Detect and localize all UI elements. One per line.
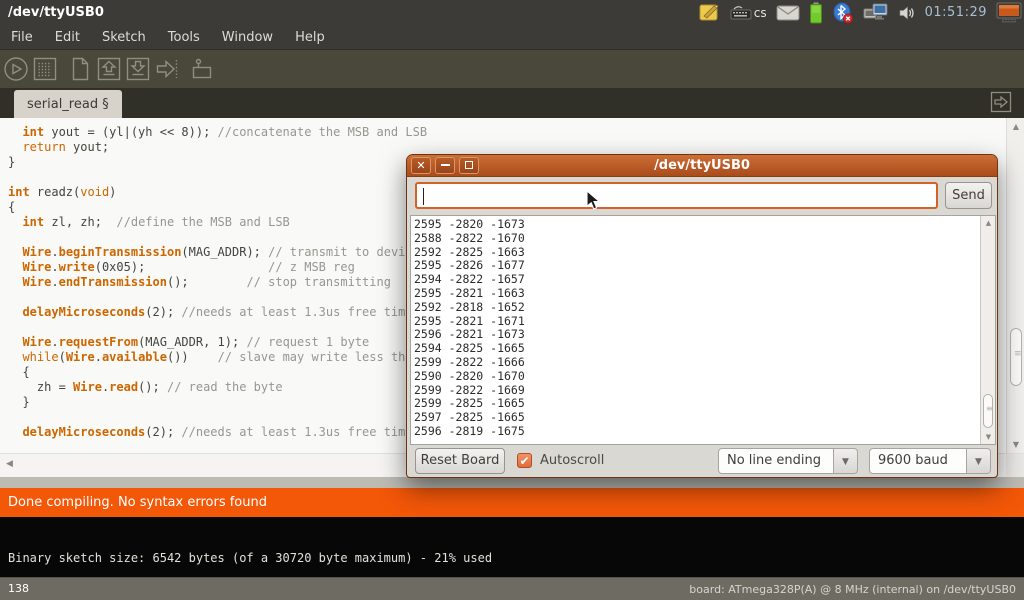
line-ending-dropdown[interactable]: No line ending ▼ [718,448,858,474]
scroll-left-icon[interactable]: ◀ [6,459,13,469]
baud-rate-dropdown[interactable]: 9600 baud ▼ [869,448,991,474]
chevron-down-icon[interactable]: ▼ [834,448,858,474]
tab-label: serial_read § [27,97,109,112]
stop-button[interactable] [32,56,58,82]
text-caret [423,188,424,205]
top-panel: /dev/ttyUSB0 cs 01:5 [0,0,1024,25]
status-bar: Done compiling. No syntax errors found [0,488,1024,517]
serial-line: 2590 -2820 -1670 [414,369,525,383]
menu-bar: FileEditSketchToolsWindowHelp [0,25,1024,50]
line-ending-value: No line ending [718,448,834,474]
mail-icon[interactable] [776,2,800,24]
serial-output-lines: 2595 -2820 -16732588 -2822 -16702592 -28… [414,217,525,438]
scroll-up-icon[interactable]: ▲ [981,219,996,227]
footer-bar: 138 board: ATmega328P(A) @ 8 MHz (intern… [0,577,1024,600]
open-sketch-button[interactable] [96,56,122,82]
menu-file[interactable]: File [0,27,44,48]
system-tray: cs 01:51:29 [699,0,1022,25]
tab-menu-icon[interactable] [990,91,1012,113]
menu-tools[interactable]: Tools [157,27,211,48]
serial-scrollbar[interactable]: ▲ ▼ [980,216,995,444]
serial-output-area[interactable]: 2595 -2820 -16732588 -2822 -16702592 -28… [410,215,996,445]
code-line: return yout; [8,140,1024,155]
serial-line: 2596 -2821 -1673 [414,327,525,341]
scroll-up-icon[interactable]: ▲ [1007,122,1024,131]
reset-board-button[interactable]: Reset Board [415,448,505,474]
note-icon[interactable] [699,2,721,24]
autoscroll-checkbox[interactable]: ✔ [517,453,532,468]
serial-line: 2595 -2820 -1673 [414,217,525,231]
build-console[interactable]: Binary sketch size: 6542 bytes (of a 307… [0,517,1024,577]
window-title: /dev/ttyUSB0 [8,5,104,20]
keyboard-indicator[interactable]: cs [730,2,767,24]
serial-line: 2599 -2825 -1665 [414,396,525,410]
serial-monitor-button[interactable] [189,56,215,82]
serial-line: 2592 -2825 -1663 [414,245,525,259]
serial-line: 2597 -2825 -1665 [414,410,525,424]
new-sketch-button[interactable] [67,56,93,82]
serial-line: 2599 -2822 -1669 [414,383,525,397]
menu-help[interactable]: Help [284,27,336,48]
desktop: /dev/ttyUSB0 cs 01:5 [0,0,1024,600]
serial-scroll-thumb[interactable] [983,394,993,428]
save-sketch-button[interactable] [125,56,151,82]
autoscroll-label: Autoscroll [540,453,604,468]
code-line: int yout = (yl|(yh << 8)); //concatenate… [8,125,1024,140]
serial-line: 2592 -2818 -1652 [414,300,525,314]
clock[interactable]: 01:51:29 [925,5,987,20]
serial-input[interactable] [415,182,938,209]
status-message: Done compiling. No syntax errors found [8,495,267,510]
baud-rate-value: 9600 baud [869,448,967,474]
console-output: Binary sketch size: 6542 bytes (of a 307… [8,551,492,565]
verify-button[interactable] [3,56,29,82]
session-icon[interactable] [996,2,1022,24]
mouse-cursor [586,190,602,216]
bluetooth-icon[interactable] [832,2,854,24]
scroll-down-icon[interactable]: ▼ [981,433,996,441]
serial-line: 2595 -2826 -1677 [414,258,525,272]
upload-button[interactable] [154,56,180,82]
serial-line: 2596 -2819 -1675 [414,424,525,438]
network-icon[interactable] [863,2,889,24]
serial-line: 2588 -2822 -1670 [414,231,525,245]
editor-scroll-thumb[interactable] [1010,328,1022,386]
editor-toolbar [0,50,1024,88]
tab-bar: serial_read § [0,88,1024,118]
serial-line: 2594 -2822 -1657 [414,272,525,286]
menu-edit[interactable]: Edit [44,27,91,48]
serial-monitor-window: ✕ /dev/ttyUSB0 Send 2595 -2820 -16732588… [406,154,998,478]
serial-line: 2595 -2821 -1671 [414,314,525,328]
volume-icon[interactable] [898,2,916,24]
board-info: board: ATmega328P(A) @ 8 MHz (internal) … [689,583,1016,596]
keyboard-layout-label: cs [754,6,767,20]
send-row: Send [407,177,997,215]
serial-line: 2595 -2821 -1663 [414,286,525,300]
menu-sketch[interactable]: Sketch [91,27,157,48]
serial-controls: Reset Board ✔ Autoscroll No line ending … [407,447,997,477]
serial-window-title: /dev/ttyUSB0 [407,158,997,173]
scroll-down-icon[interactable]: ▼ [1007,440,1024,449]
line-number: 138 [8,582,29,595]
scrollbar-corner [1006,454,1024,478]
serial-line: 2594 -2825 -1665 [414,341,525,355]
send-button[interactable]: Send [945,182,992,209]
editor-vertical-scrollbar[interactable]: ▲ ▼ [1006,118,1024,453]
divider-strip [0,477,1024,488]
serial-titlebar[interactable]: ✕ /dev/ttyUSB0 [407,155,997,177]
menu-window[interactable]: Window [211,27,284,48]
tab-serial-read[interactable]: serial_read § [14,90,122,118]
serial-line: 2599 -2822 -1666 [414,355,525,369]
battery-icon[interactable] [809,2,823,24]
chevron-down-icon[interactable]: ▼ [967,448,991,474]
